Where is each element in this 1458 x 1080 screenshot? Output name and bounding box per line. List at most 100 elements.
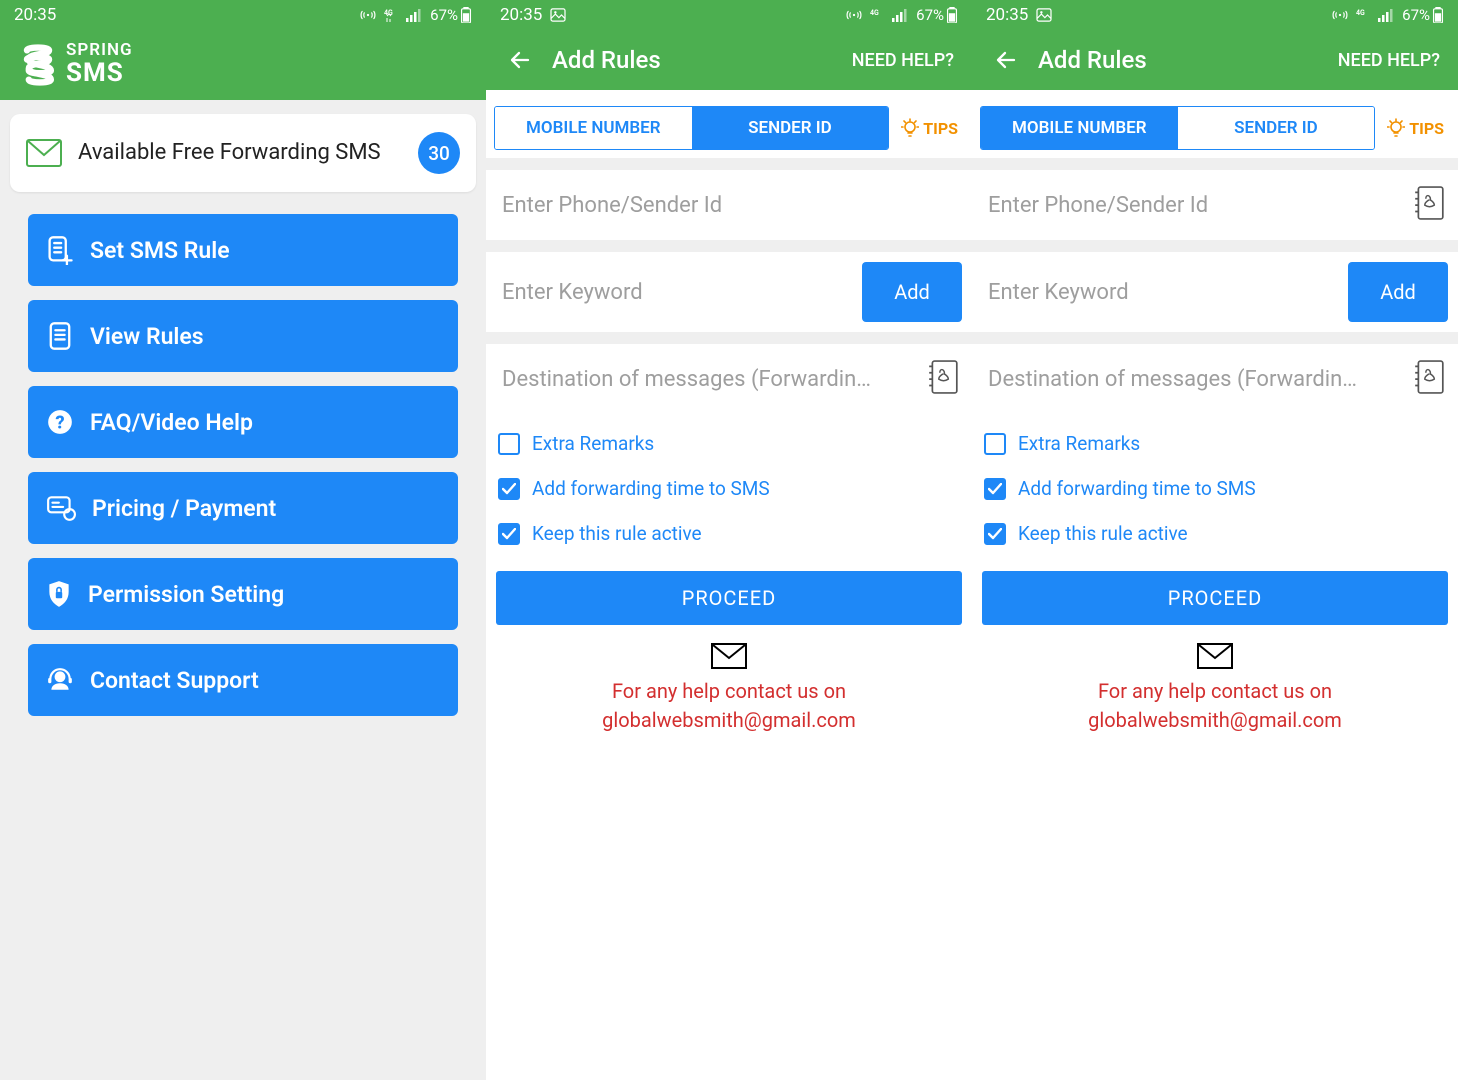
need-help-link[interactable]: NEED HELP? (1338, 50, 1440, 71)
battery-indicator: 67% (916, 6, 958, 24)
menu-permission[interactable]: Permission Setting (28, 558, 458, 630)
menu-pricing[interactable]: Pricing / Payment (28, 472, 458, 544)
rule-type-tabs: MOBILE NUMBER SENDER ID (494, 106, 889, 150)
battery-indicator: 67% (1402, 6, 1444, 24)
app-bar: Add Rules NEED HELP? (486, 30, 972, 90)
proceed-button[interactable]: PROCEED (982, 571, 1448, 625)
check-forward-time[interactable]: Add forwarding time to SMS (984, 477, 1446, 500)
check-extra-remarks[interactable]: Extra Remarks (498, 432, 960, 455)
tab-sender-id[interactable]: SENDER ID (692, 107, 889, 149)
status-time: 20:35 (986, 5, 1028, 25)
app-bar: Add Rules NEED HELP? (972, 30, 1458, 90)
menu-view-rules[interactable]: View Rules (28, 300, 458, 372)
pick-contact-button[interactable] (1414, 186, 1444, 224)
headset-icon (46, 666, 74, 694)
hotspot-icon (846, 8, 862, 22)
hotspot-icon (1332, 8, 1348, 22)
hotspot-icon (360, 8, 376, 22)
checkbox-checked-icon (984, 478, 1006, 500)
screen-add-rules-senderid: 20:35 4G 67% Add Rules NEED HELP? MOBILE… (972, 0, 1458, 1080)
menu-label: View Rules (90, 323, 204, 350)
phone-sender-input[interactable] (982, 170, 1448, 240)
menu-label: Permission Setting (88, 581, 284, 608)
destination-input[interactable] (496, 344, 962, 414)
status-bar: 20:35 4G 67% (486, 0, 972, 30)
destination-input[interactable] (982, 344, 1448, 414)
check-keep-active[interactable]: Keep this rule active (498, 522, 960, 545)
document-icon (46, 321, 74, 351)
image-icon (550, 8, 566, 22)
status-time: 20:35 (14, 5, 56, 25)
data-4g-icon: 4G (384, 8, 398, 22)
contact-book-icon (1414, 186, 1444, 220)
svg-text:4G: 4G (1356, 9, 1365, 17)
check-forward-time[interactable]: Add forwarding time to SMS (498, 477, 960, 500)
brand-line2: SMS (66, 60, 133, 87)
contact-help-text: For any help contact us on globalwebsmit… (972, 643, 1458, 735)
rule-type-tabs: MOBILE NUMBER SENDER ID (980, 106, 1375, 150)
bulb-icon (1387, 118, 1405, 138)
menu-label: Pricing / Payment (92, 495, 276, 522)
pick-contact-button[interactable] (928, 360, 958, 398)
contact-help-text: For any help contact us on globalwebsmit… (486, 643, 972, 735)
tab-sender-id[interactable]: SENDER ID (1178, 107, 1375, 149)
add-keyword-button[interactable]: Add (862, 262, 962, 322)
menu-label: FAQ/Video Help (90, 409, 253, 436)
arrow-left-icon (994, 48, 1018, 72)
tips-button[interactable]: TIPS (1381, 118, 1450, 138)
signal-icon (1378, 8, 1394, 22)
back-button[interactable] (504, 44, 536, 76)
screen-home: 20:35 4G 67% SPRING SMS Available Free F… (0, 0, 486, 1080)
pick-contact-button[interactable] (1414, 360, 1444, 398)
contact-book-icon (928, 360, 958, 394)
faq-icon: ? (46, 408, 74, 436)
svg-text:?: ? (55, 412, 64, 433)
forwarding-quota-card[interactable]: Available Free Forwarding SMS 30 (10, 114, 476, 192)
checkbox-checked-icon (498, 523, 520, 545)
tab-mobile-number[interactable]: MOBILE NUMBER (981, 107, 1178, 149)
proceed-button[interactable]: PROCEED (496, 571, 962, 625)
quota-badge: 30 (418, 132, 460, 174)
menu-label: Contact Support (90, 667, 259, 694)
status-bar: 20:35 4G 67% (0, 0, 486, 30)
checkbox-icon (498, 433, 520, 455)
bulb-icon (901, 118, 919, 138)
keyword-input[interactable] (982, 262, 1338, 322)
menu-label: Set SMS Rule (90, 237, 230, 264)
shield-lock-icon (46, 579, 72, 609)
menu-set-sms-rule[interactable]: Set SMS Rule (28, 214, 458, 286)
spring-sms-logo-icon (18, 43, 58, 87)
signal-icon (406, 8, 422, 22)
screen-add-rules-mobile: 20:35 4G 67% Add Rules NEED HELP? MOBILE… (486, 0, 972, 1080)
contact-book-icon (1414, 360, 1444, 394)
arrow-left-icon (508, 48, 532, 72)
tab-mobile-number[interactable]: MOBILE NUMBER (495, 107, 692, 149)
svg-text:4G: 4G (870, 9, 879, 17)
appbar-title: Add Rules (552, 46, 852, 74)
check-keep-active[interactable]: Keep this rule active (984, 522, 1446, 545)
data-4g-icon: 4G (1356, 8, 1370, 22)
check-extra-remarks[interactable]: Extra Remarks (984, 432, 1446, 455)
mail-icon (711, 643, 747, 669)
battery-indicator: 67% (430, 6, 472, 24)
need-help-link[interactable]: NEED HELP? (852, 50, 954, 71)
signal-icon (892, 8, 908, 22)
svg-text:4G: 4G (384, 9, 393, 17)
app-brand-header: SPRING SMS (0, 30, 486, 100)
back-button[interactable] (990, 44, 1022, 76)
menu-contact[interactable]: Contact Support (28, 644, 458, 716)
mail-icon (26, 139, 62, 167)
mail-icon (1197, 643, 1233, 669)
data-4g-icon: 4G (870, 8, 884, 22)
tips-button[interactable]: TIPS (895, 118, 964, 138)
phone-sender-input[interactable] (496, 170, 962, 240)
add-keyword-button[interactable]: Add (1348, 262, 1448, 322)
menu-faq[interactable]: ? FAQ/Video Help (28, 386, 458, 458)
image-icon (1036, 8, 1052, 22)
status-time: 20:35 (500, 5, 542, 25)
payment-icon (46, 495, 76, 521)
checkbox-checked-icon (984, 523, 1006, 545)
checkbox-icon (984, 433, 1006, 455)
keyword-input[interactable] (496, 262, 852, 322)
appbar-title: Add Rules (1038, 46, 1338, 74)
